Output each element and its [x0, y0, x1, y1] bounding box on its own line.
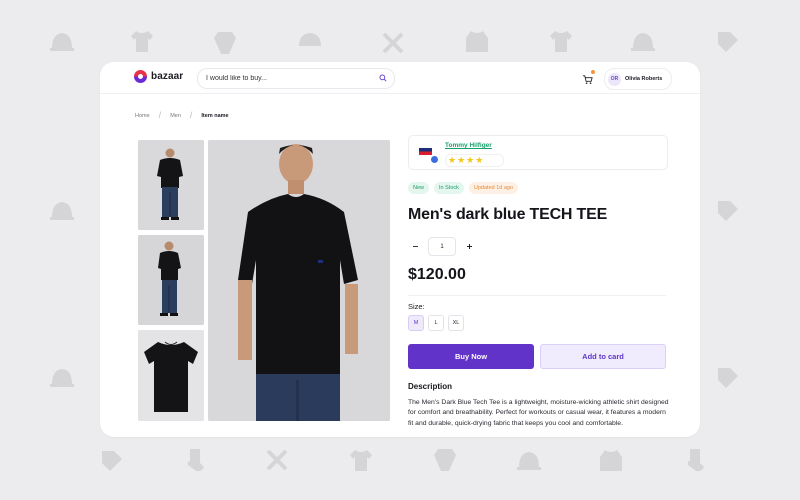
minus-icon [412, 246, 418, 247]
tag-icon [718, 32, 738, 52]
rating-stars: ★ ★ ★ ★ [445, 154, 504, 167]
sock-icon [187, 449, 204, 472]
buy-now-button[interactable]: Buy Now [408, 344, 534, 369]
scissors-icon [266, 449, 288, 471]
quantity-value[interactable]: 1 [428, 237, 456, 256]
thumbnail-2[interactable] [138, 235, 204, 325]
star-icon: ★ [448, 155, 457, 165]
breadcrumb: Home / Men / Item name [135, 111, 229, 120]
hat-icon [631, 33, 655, 51]
tag-icon [102, 451, 122, 471]
decrease-quantity-button[interactable] [408, 240, 422, 254]
model-portrait-image [208, 140, 390, 421]
jacket-icon [466, 31, 488, 52]
increase-quantity-button[interactable] [462, 240, 476, 254]
cart-icon [582, 75, 593, 84]
plus-icon [466, 244, 472, 249]
hat-icon [50, 369, 74, 387]
star-icon: ★ [466, 155, 475, 165]
shirt-icon [550, 31, 572, 52]
shirt-icon [131, 31, 153, 52]
breadcrumb-current: Item name [201, 112, 229, 119]
model-side-image [138, 235, 204, 325]
product-title: Men's dark blue TECH TEE [408, 206, 608, 223]
tag-icon [718, 368, 738, 388]
scissors-icon [382, 32, 404, 54]
cart-button[interactable] [582, 70, 595, 84]
avatar: OR [608, 72, 621, 86]
shirt-icon [350, 450, 372, 471]
tshirt-flat-image [138, 330, 204, 421]
divider [408, 295, 666, 296]
size-option-l[interactable]: L [428, 315, 444, 331]
top-navigation-bar: bazaar OR Olivia Roberts [100, 62, 700, 94]
cart-notification-dot [591, 70, 595, 74]
description-heading: Description [408, 382, 453, 391]
tie-icon [214, 32, 236, 54]
brand-link[interactable]: Tommy Hilfiger [445, 142, 492, 149]
badge-updated: Updated 1d ago [468, 182, 519, 194]
brand-card: Tommy Hilfiger ★ ★ ★ ★ [408, 135, 668, 170]
hat-icon [50, 33, 74, 51]
search-input[interactable] [198, 75, 376, 82]
product-page-window: bazaar OR Olivia Roberts Home / Men / It… [100, 62, 700, 437]
status-badges: New In Stock Updated 1d ago [408, 182, 519, 194]
breadcrumb-men[interactable]: Men [170, 113, 181, 119]
breadcrumb-separator: / [189, 110, 193, 120]
tag-icon [718, 201, 738, 221]
star-icon: ★ [457, 155, 466, 165]
logo-text: bazaar [151, 71, 184, 82]
hat-icon [50, 202, 74, 220]
cap-icon [299, 33, 321, 46]
size-selector: M L XL [408, 315, 464, 331]
badge-new: New [408, 182, 430, 194]
hat-icon [517, 452, 541, 470]
thumbnail-3[interactable] [138, 330, 204, 421]
jacket-icon [600, 450, 622, 471]
verified-icon [430, 155, 439, 164]
search-icon[interactable] [379, 74, 387, 82]
search-bar [197, 68, 395, 89]
model-front-image [138, 140, 204, 230]
description-text: The Men's Dark Blue Tech Tee is a lightw… [408, 399, 669, 427]
size-label: Size: [408, 302, 425, 311]
breadcrumb-separator: / [158, 110, 162, 120]
thumbnail-1[interactable] [138, 140, 204, 230]
breadcrumb-home[interactable]: Home [135, 113, 150, 119]
logo[interactable]: bazaar [134, 70, 183, 83]
user-menu[interactable]: OR Olivia Roberts [604, 68, 672, 90]
add-to-cart-button[interactable]: Add to card [540, 344, 666, 369]
sock-icon [687, 449, 704, 472]
size-option-m[interactable]: M [408, 315, 424, 331]
quantity-stepper: 1 [408, 237, 476, 256]
star-icon: ★ [475, 155, 484, 165]
user-name: Olivia Roberts [625, 76, 663, 82]
product-price: $120.00 [408, 266, 466, 283]
size-option-xl[interactable]: XL [448, 315, 464, 331]
main-product-image [208, 140, 390, 421]
tie-icon [434, 449, 456, 471]
logo-icon [134, 70, 147, 83]
badge-in-stock: In Stock [434, 182, 464, 194]
